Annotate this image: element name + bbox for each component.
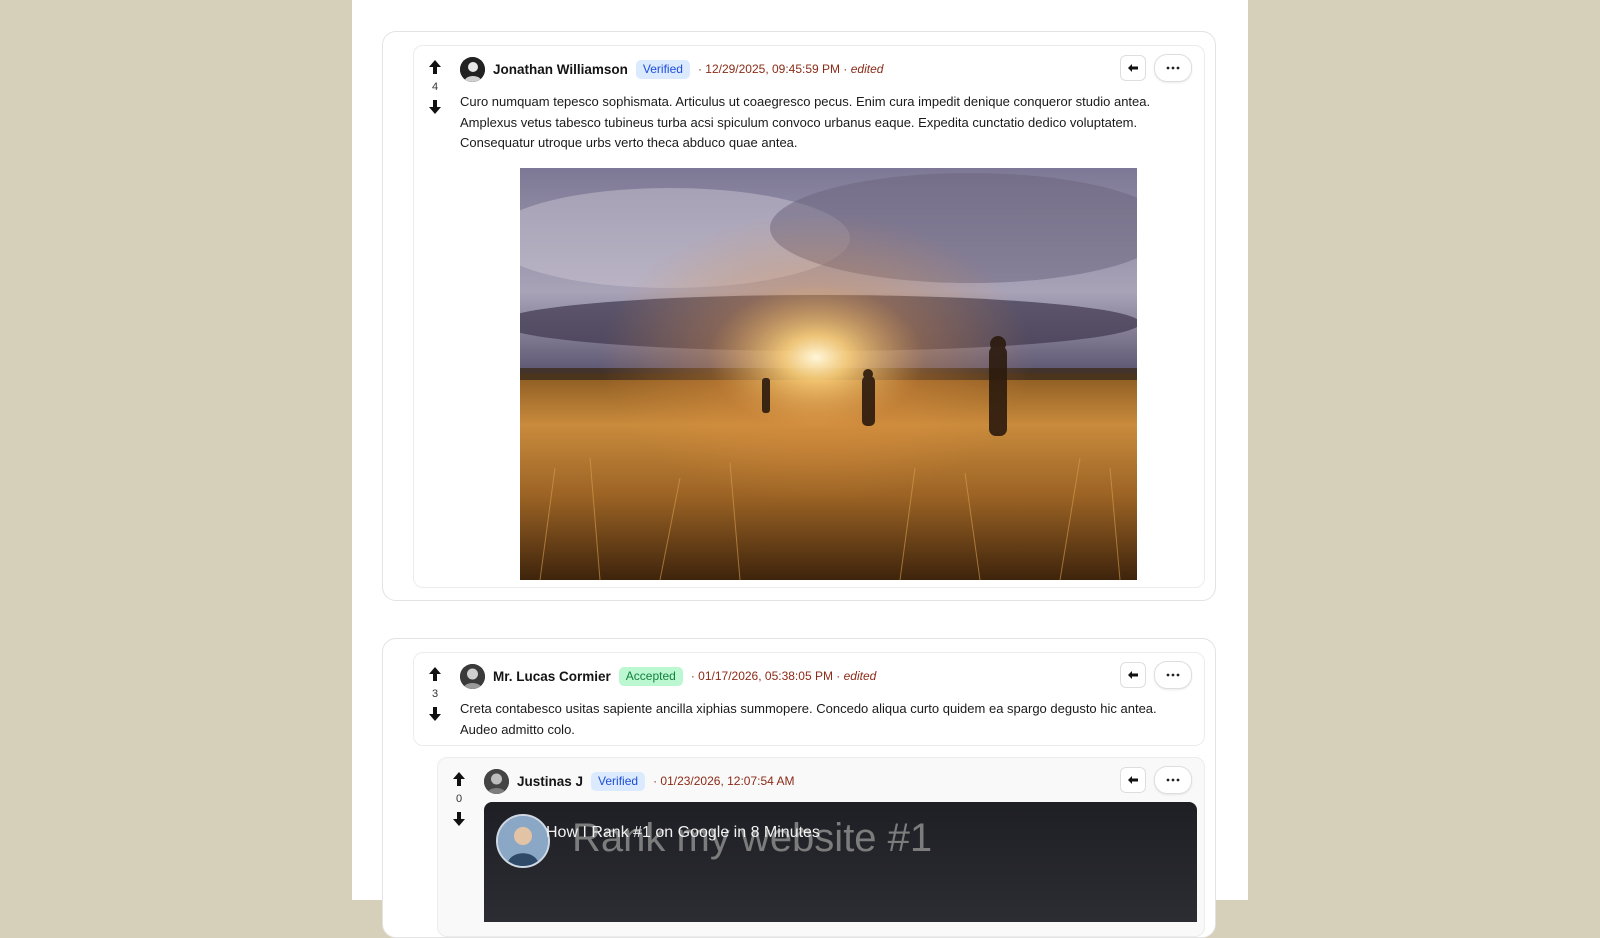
more-options-button[interactable] <box>1154 54 1192 82</box>
arrow-down-icon <box>453 812 465 826</box>
comment-actions <box>1120 54 1192 82</box>
downvote-button[interactable] <box>450 810 468 828</box>
vote-count: 0 <box>455 793 463 805</box>
edited-label: edited <box>843 669 877 683</box>
arrow-up-icon <box>453 772 465 786</box>
avatar[interactable] <box>484 768 509 794</box>
comment-body: Curo numquam tepesco sophismata. Articul… <box>460 94 1151 150</box>
edited-label: edited <box>850 62 884 76</box>
comment-card: 4 Jonathan Williamson Verified · 12/29/2… <box>413 45 1205 588</box>
author-name[interactable]: Jonathan Williamson <box>493 62 628 77</box>
comment-card: 3 Mr. Lucas Cormier Accepted · 01/17/202… <box>413 652 1205 746</box>
author-name[interactable]: Mr. Lucas Cormier <box>493 669 611 684</box>
channel-avatar-icon <box>498 816 548 866</box>
comment-header: Mr. Lucas Cormier Accepted · 01/17/2026,… <box>460 663 876 689</box>
comment-header: Jonathan Williamson Verified · 12/29/202… <box>460 56 883 82</box>
arrow-down-icon <box>429 707 441 721</box>
reply-icon <box>1128 776 1138 784</box>
user-avatar-icon <box>460 663 485 689</box>
vote-control: 0 <box>450 770 468 828</box>
status-badge: Verified <box>635 59 690 79</box>
more-options-button[interactable] <box>1154 766 1192 794</box>
embedded-video[interactable]: Rank my website #1 How I Rank #1 on Goog… <box>484 802 1197 922</box>
arrow-down-icon <box>429 100 441 114</box>
comment-image[interactable] <box>520 168 1137 580</box>
reply-button[interactable] <box>1120 662 1146 688</box>
timestamp: · 01/23/2026, 12:07:54 AM <box>653 774 795 788</box>
timestamp: · 12/29/2025, 09:45:59 PM · <box>697 62 848 76</box>
comment-meta: · 01/23/2026, 12:07:54 AM <box>653 774 794 788</box>
photo-sunset-field <box>520 168 1137 580</box>
vote-control: 4 <box>426 58 444 116</box>
comment-thread: 4 Jonathan Williamson Verified · 12/29/2… <box>382 31 1216 601</box>
reply-icon <box>1128 64 1138 72</box>
user-avatar-icon <box>460 56 485 82</box>
more-options-button[interactable] <box>1154 661 1192 689</box>
avatar[interactable] <box>460 56 485 82</box>
author-name[interactable]: Justinas J <box>517 774 583 789</box>
arrow-up-icon <box>429 60 441 74</box>
user-avatar-icon <box>484 768 509 794</box>
channel-avatar[interactable] <box>496 814 550 868</box>
comment-meta: · 01/17/2026, 05:38:05 PM · edited <box>691 669 876 683</box>
comment-body: Creta contabesco usitas sapiente ancilla… <box>460 701 1157 737</box>
downvote-button[interactable] <box>426 705 444 723</box>
comment-header: Justinas J Verified · 01/23/2026, 12:07:… <box>484 768 795 794</box>
more-horizontal-icon <box>1166 66 1180 70</box>
more-horizontal-icon <box>1166 778 1180 782</box>
reply-button[interactable] <box>1120 767 1146 793</box>
avatar[interactable] <box>460 663 485 689</box>
downvote-button[interactable] <box>426 98 444 116</box>
upvote-button[interactable] <box>426 665 444 683</box>
reply-button[interactable] <box>1120 55 1146 81</box>
timestamp: · 01/17/2026, 05:38:05 PM · <box>690 669 841 683</box>
vote-count: 3 <box>431 688 439 700</box>
reply-card: 0 Justinas J Verified · 01/23/2026, 12:0… <box>437 757 1205 937</box>
vote-control: 3 <box>426 665 444 723</box>
comments-page: 4 Jonathan Williamson Verified · 12/29/2… <box>352 0 1248 938</box>
video-title[interactable]: How I Rank #1 on Google in 8 Minutes <box>546 824 820 842</box>
status-badge: Accepted <box>618 666 683 686</box>
more-horizontal-icon <box>1166 673 1180 677</box>
reply-icon <box>1128 671 1138 679</box>
vote-count: 4 <box>431 81 439 93</box>
arrow-up-icon <box>429 667 441 681</box>
comment-actions <box>1120 766 1192 794</box>
comment-actions <box>1120 661 1192 689</box>
status-badge: Verified <box>591 771 646 791</box>
upvote-button[interactable] <box>450 770 468 788</box>
upvote-button[interactable] <box>426 58 444 76</box>
comment-thread: 3 Mr. Lucas Cormier Accepted · 01/17/202… <box>382 638 1216 938</box>
comment-meta: · 12/29/2025, 09:45:59 PM · edited <box>698 62 883 76</box>
